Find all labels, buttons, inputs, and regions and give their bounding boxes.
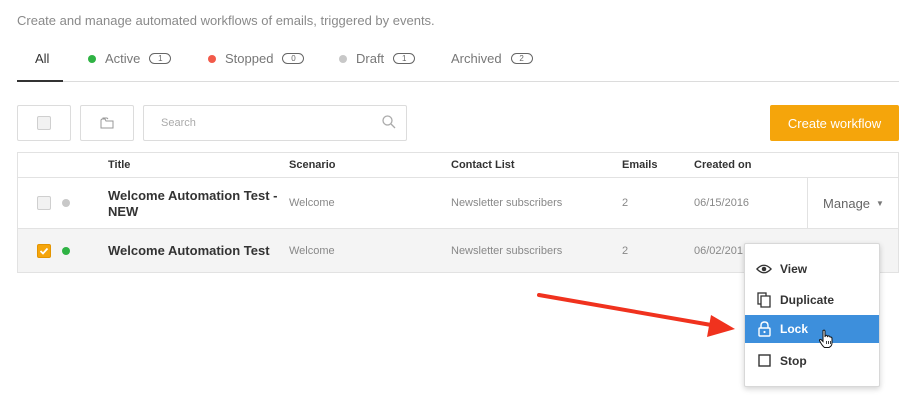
- manage-dropdown-button[interactable]: Manage ▼: [807, 178, 899, 228]
- emails-cell: 2: [622, 245, 629, 257]
- menu-item-label: Stop: [780, 353, 807, 368]
- workflow-title-line: NEW: [108, 204, 139, 219]
- row-checkbox[interactable]: [37, 244, 51, 258]
- create-workflow-button[interactable]: Create workflow: [770, 105, 899, 141]
- tab-label: Draft: [356, 51, 385, 66]
- stopped-status-dot: [208, 54, 216, 63]
- workflow-title[interactable]: Welcome Automation Test - NEW: [108, 188, 278, 220]
- status-tabs: All Active 1 Stopped 0 Draft 1 Archived …: [17, 42, 899, 82]
- caret-down-icon: ▼: [876, 198, 884, 208]
- created-on-cell: 06/15/2016: [694, 197, 750, 209]
- active-tab-indicator: [17, 80, 63, 82]
- page-subtitle: Create and manage automated workflows of…: [17, 13, 435, 28]
- contact-list-cell: Newsletter subscribers: [451, 197, 563, 209]
- menu-item-lock[interactable]: Lock: [745, 315, 879, 343]
- stop-icon: [756, 353, 772, 369]
- tab-active[interactable]: Active 1: [88, 51, 172, 66]
- menu-item-label: Duplicate: [780, 292, 835, 307]
- tab-label: Stopped: [225, 51, 274, 66]
- tab-count-badge: 0: [282, 53, 305, 64]
- select-all-checkbox[interactable]: [37, 116, 51, 130]
- menu-item-view[interactable]: View: [745, 253, 879, 284]
- menu-item-label: View: [780, 261, 808, 276]
- menu-item-label: Lock: [780, 322, 809, 336]
- column-header-title[interactable]: Title: [108, 159, 130, 171]
- folder-button[interactable]: [80, 105, 134, 141]
- search-icon[interactable]: [382, 115, 396, 129]
- tab-draft[interactable]: Draft 1: [339, 51, 416, 66]
- active-status-dot: [88, 54, 96, 63]
- eye-icon: [756, 261, 772, 277]
- tab-label: Archived: [451, 51, 502, 66]
- emails-cell: 2: [622, 197, 629, 209]
- column-header-emails[interactable]: Emails: [622, 159, 657, 171]
- copy-icon: [756, 291, 772, 308]
- lock-icon: [756, 321, 772, 337]
- manage-dropdown-menu: View Duplicate Lock Stop: [744, 243, 880, 387]
- tab-label: All: [35, 51, 50, 66]
- checkmark-icon: [39, 247, 49, 255]
- tab-stopped[interactable]: Stopped 0: [208, 51, 305, 66]
- scenario-cell: Welcome: [289, 245, 335, 257]
- tab-archived[interactable]: Archived 2: [451, 51, 533, 66]
- tab-all[interactable]: All: [35, 51, 49, 66]
- tab-count-badge: 1: [393, 53, 416, 64]
- search-box: [143, 105, 407, 141]
- tab-count-badge: 2: [510, 53, 533, 64]
- column-header-created-on[interactable]: Created on: [694, 159, 751, 171]
- status-dot: [62, 247, 70, 255]
- row-checkbox[interactable]: [37, 196, 51, 210]
- column-header-scenario[interactable]: Scenario: [289, 159, 335, 171]
- tab-label: Active: [105, 51, 141, 66]
- scenario-cell: Welcome: [289, 197, 335, 209]
- table-header: Title Scenario Contact List Emails Creat…: [18, 153, 898, 178]
- menu-item-stop[interactable]: Stop: [745, 345, 879, 376]
- workflow-title-line: Welcome Automation Test -: [108, 188, 278, 203]
- workflow-title[interactable]: Welcome Automation Test: [108, 243, 270, 259]
- menu-item-duplicate[interactable]: Duplicate: [745, 284, 879, 315]
- select-all-button[interactable]: [17, 105, 71, 141]
- hand-pointer-cursor-icon: [818, 329, 833, 348]
- column-header-contact-list[interactable]: Contact List: [451, 159, 515, 171]
- table-row[interactable]: Welcome Automation Test - NEW Welcome Ne…: [18, 178, 898, 229]
- tab-count-badge: 1: [149, 53, 172, 64]
- draft-status-dot: [339, 54, 347, 63]
- contact-list-cell: Newsletter subscribers: [451, 245, 563, 257]
- search-input[interactable]: [144, 106, 364, 140]
- created-on-cell: 06/02/201: [694, 245, 743, 257]
- manage-label: Manage: [823, 195, 871, 211]
- status-dot: [62, 199, 70, 207]
- folder-icon: [100, 117, 113, 129]
- annotation-arrow-icon: [537, 293, 735, 337]
